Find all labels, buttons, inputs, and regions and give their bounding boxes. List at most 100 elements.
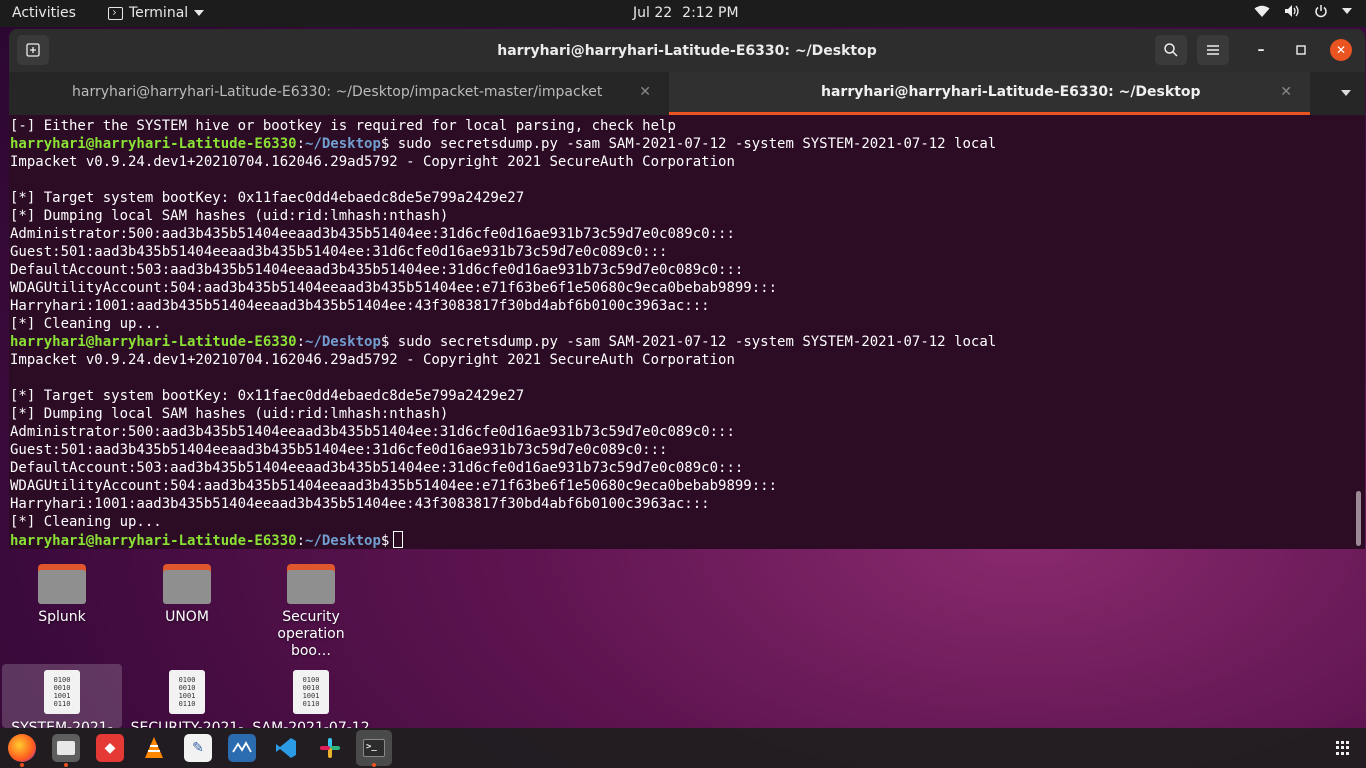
folder-icon <box>287 564 335 604</box>
desktop-file-security[interactable]: 0100 0010 1001 0110 SECURITY-2021-0 <box>127 664 247 728</box>
prompt-path: ~/Desktop <box>305 533 381 549</box>
desktop-icon-label: SYSTEM-2021-07- <box>11 720 113 728</box>
prompt-separator: : <box>296 533 306 549</box>
output-line: Impacket v0.9.24.dev1+20210704.162046.29… <box>10 154 735 170</box>
command-text: sudo secretsdump.py -sam SAM-2021-07-12 … <box>389 136 997 152</box>
text-cursor <box>393 531 404 548</box>
output-line: Guest:501:aad3b435b51404eeaad3b435b51404… <box>10 442 668 458</box>
output-line: [*] Target system bootKey: 0x11faec0dd4e… <box>10 388 525 404</box>
output-line: WDAGUtilityAccount:504:aad3b435b51404eea… <box>10 280 778 296</box>
minimize-button[interactable]: – <box>1250 39 1272 61</box>
output-line: Guest:501:aad3b435b51404eeaad3b435b51404… <box>10 244 668 260</box>
search-button[interactable] <box>1155 35 1187 65</box>
system-monitor-icon[interactable] <box>228 734 256 762</box>
clock-date: Jul 22 <box>633 5 673 21</box>
new-tab-icon <box>26 43 40 57</box>
desktop-folder-unom[interactable]: UNOM <box>127 564 247 625</box>
minimize-icon: – <box>1257 42 1265 58</box>
output-line: [*] Dumping local SAM hashes (uid:rid:lm… <box>10 406 449 422</box>
app-menu-label: Terminal <box>129 5 189 21</box>
vlc-icon[interactable] <box>140 734 168 762</box>
desktop-icon-label: UNOM <box>165 609 209 625</box>
desktop-file-sam[interactable]: 0100 0010 1001 0110 SAM-2021-07-12 <box>251 664 371 728</box>
output-line: Administrator:500:aad3b435b51404eeaad3b4… <box>10 424 735 440</box>
output-line: [*] Target system bootKey: 0x11faec0dd4e… <box>10 190 525 206</box>
terminal-icon[interactable]: >_ <box>356 730 392 766</box>
desktop-icon-label: SAM-2021-07-12 <box>252 720 370 728</box>
close-button[interactable]: ✕ <box>1330 39 1352 61</box>
prompt-user: harryhari@harryhari-Latitude-E6330 <box>10 136 297 152</box>
window-title: harryhari@harryhari-Latitude-E6330: ~/De… <box>497 42 877 59</box>
tab-label: harryhari@harryhari-Latitude-E6330: ~/De… <box>821 84 1201 100</box>
hamburger-icon <box>1207 45 1219 55</box>
prompt-line: harryhari@harryhari-Latitude-E6330:~/Des… <box>10 135 1350 153</box>
close-icon: ✕ <box>1335 43 1347 57</box>
output-line: Harryhari:1001:aad3b435b51404eeaad3b435b… <box>10 496 710 512</box>
clock[interactable]: Jul 22 2:12 PM <box>633 5 739 21</box>
folder-icon <box>38 564 86 604</box>
scrollbar[interactable] <box>1356 491 1361 546</box>
app-menu[interactable]: Terminal <box>108 5 205 21</box>
running-indicator <box>372 763 376 767</box>
tab-close-icon[interactable]: ✕ <box>639 84 651 100</box>
binary-file-icon: 0100 0010 1001 0110 <box>169 670 205 714</box>
desktop-icon-label: Security operation boo… <box>277 609 345 659</box>
search-icon <box>1164 43 1178 57</box>
slack-icon[interactable] <box>316 734 344 762</box>
firefox-icon[interactable] <box>8 734 36 762</box>
window-titlebar[interactable]: harryhari@harryhari-Latitude-E6330: ~/De… <box>9 29 1365 72</box>
system-tray[interactable] <box>1254 4 1352 18</box>
desktop-file-system[interactable]: 0100 0010 1001 0110 SYSTEM-2021-07- <box>2 664 122 728</box>
vscode-icon[interactable] <box>272 734 300 762</box>
files-icon[interactable] <box>52 734 80 762</box>
tray-chevron-down-icon <box>1342 8 1352 14</box>
anydesk-icon[interactable]: ◆ <box>96 734 124 762</box>
prompt-separator: : <box>296 334 306 350</box>
prompt-line: harryhari@harryhari-Latitude-E6330:~/Des… <box>10 531 1350 549</box>
folder-icon <box>163 564 211 604</box>
output-line: Administrator:500:aad3b435b51404eeaad3b4… <box>10 226 735 242</box>
running-indicator <box>20 763 24 767</box>
dock: ◆ ✎ >_ <box>0 728 1366 768</box>
top-bar: Activities Terminal Jul 22 2:12 PM <box>0 0 1366 27</box>
output-line: DefaultAccount:503:aad3b435b51404eeaad3b… <box>10 460 744 476</box>
output-line: DefaultAccount:503:aad3b435b51404eeaad3b… <box>10 262 744 278</box>
new-tab-button[interactable] <box>17 35 49 65</box>
activities-button[interactable]: Activities <box>12 5 76 21</box>
prompt-path: ~/Desktop <box>305 136 381 152</box>
prompt-user: harryhari@harryhari-Latitude-E6330 <box>10 533 297 549</box>
chevron-down-icon <box>194 10 205 16</box>
volume-icon <box>1285 5 1299 17</box>
output-line: [-] Either the SYSTEM hive or bootkey is… <box>10 118 676 134</box>
tab-bar: harryhari@harryhari-Latitude-E6330: ~/De… <box>9 72 1365 115</box>
maximize-button[interactable] <box>1290 39 1312 61</box>
desktop-folder-splunk[interactable]: Splunk <box>2 564 122 625</box>
terminal-output[interactable]: [-] Either the SYSTEM hive or bootkey is… <box>10 117 1350 549</box>
prompt-dollar: $ <box>380 533 390 549</box>
binary-file-glyph: 0100 0010 1001 0110 <box>178 676 196 708</box>
tab-label: harryhari@harryhari-Latitude-E6330: ~/De… <box>72 84 603 100</box>
output-line: Impacket v0.9.24.dev1+20210704.162046.29… <box>10 352 735 368</box>
tab-close-icon[interactable]: ✕ <box>1280 84 1292 100</box>
output-line: [*] Cleaning up... <box>10 514 162 530</box>
power-icon <box>1315 5 1327 18</box>
tab-impacket[interactable]: harryhari@harryhari-Latitude-E6330: ~/De… <box>9 72 669 115</box>
menu-button[interactable] <box>1197 35 1229 65</box>
tab-desktop[interactable]: harryhari@harryhari-Latitude-E6330: ~/De… <box>669 72 1310 115</box>
binary-file-icon: 0100 0010 1001 0110 <box>293 670 329 714</box>
running-indicator <box>64 763 68 767</box>
prompt-line: harryhari@harryhari-Latitude-E6330:~/Des… <box>10 333 1350 351</box>
tabs-dropdown-icon[interactable] <box>1341 90 1351 96</box>
desktop-icon-label: Splunk <box>38 609 86 625</box>
output-line: WDAGUtilityAccount:504:aad3b435b51404eea… <box>10 478 778 494</box>
show-applications-icon[interactable] <box>1336 741 1350 755</box>
command-text: sudo secretsdump.py -sam SAM-2021-07-12 … <box>389 334 997 350</box>
output-line: Harryhari:1001:aad3b435b51404eeaad3b435b… <box>10 298 710 314</box>
text-editor-icon[interactable]: ✎ <box>184 734 212 762</box>
output-line: [*] Cleaning up... <box>10 316 162 332</box>
desktop-folder-security-operation[interactable]: Security operation boo… <box>251 564 371 660</box>
terminal-window: harryhari@harryhari-Latitude-E6330: ~/De… <box>9 29 1365 549</box>
prompt-user: harryhari@harryhari-Latitude-E6330 <box>10 334 297 350</box>
